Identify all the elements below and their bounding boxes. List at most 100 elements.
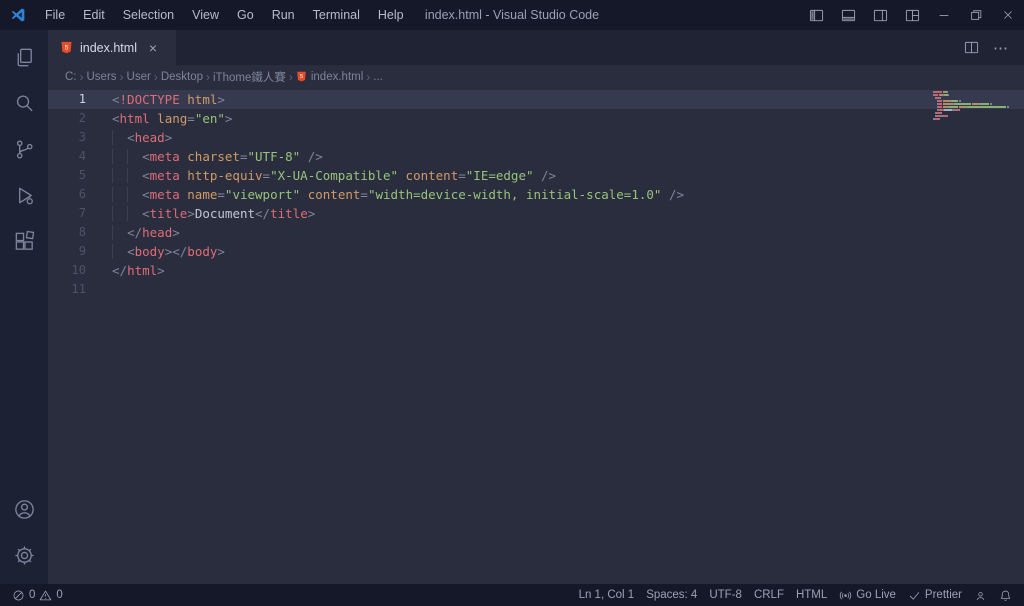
breadcrumb-item-symbol[interactable]: ...: [373, 71, 383, 83]
check-icon: [908, 589, 921, 602]
line-number: 7: [78, 206, 86, 220]
code-editor[interactable]: 1 <!DOCTYPE html> 2 <html lang="en"> 3 <head…: [48, 88, 1024, 584]
menu-terminal[interactable]: Terminal: [304, 0, 369, 30]
extensions-icon[interactable]: [0, 218, 48, 264]
code-text: <body></body>: [112, 242, 1024, 261]
code-line[interactable]: 4 <meta charset="UTF-8" />: [48, 147, 1024, 166]
menu-bar: File Edit Selection View Go Run Terminal…: [36, 0, 413, 30]
line-number: 6: [78, 187, 86, 201]
html5-file-icon: 5: [296, 71, 307, 82]
breadcrumb-file-label: index.html: [310, 70, 364, 83]
breadcrumb-separator: ›: [119, 69, 124, 84]
run-debug-icon[interactable]: [0, 172, 48, 218]
tab-close-icon[interactable]: ×: [144, 39, 162, 57]
code-line[interactable]: 3 <head>: [48, 128, 1024, 147]
tab-label: index.html: [80, 40, 137, 55]
code-lines: 1 <!DOCTYPE html> 2 <html lang="en"> 3 <head…: [48, 90, 1024, 299]
window-controls: [800, 0, 1024, 30]
editor-group: 5 index.html × ⋯ C: › Users › User › Des…: [48, 30, 1024, 584]
minimap-line: [933, 109, 1021, 111]
svg-text:5: 5: [65, 45, 69, 52]
status-bar-right: Ln 1, Col 1 Spaces: 4 UTF-8 CRLF HTML Go…: [573, 584, 1018, 606]
minimize-icon[interactable]: [928, 0, 960, 30]
customize-layout-icon[interactable]: [896, 0, 928, 30]
minimap-line: [933, 100, 1021, 102]
source-control-icon[interactable]: [0, 126, 48, 172]
menu-go[interactable]: Go: [228, 0, 263, 30]
close-icon[interactable]: [992, 0, 1024, 30]
main-area: 5 index.html × ⋯ C: › Users › User › Des…: [0, 30, 1024, 584]
error-count: 0: [29, 589, 36, 601]
minimap-line: [933, 97, 1021, 99]
breadcrumb-item-folder[interactable]: iThome鐵人賽: [213, 69, 286, 85]
minimap-line: [933, 103, 1021, 105]
minimap-line: [933, 118, 1021, 120]
tab-index-html[interactable]: 5 index.html ×: [48, 30, 176, 65]
menu-edit[interactable]: Edit: [74, 0, 114, 30]
code-text: <title>Document</title>: [112, 204, 1024, 223]
activity-bar: [0, 30, 48, 584]
cursor-position[interactable]: Ln 1, Col 1: [573, 584, 641, 606]
split-editor-icon[interactable]: [958, 35, 984, 61]
language-mode[interactable]: HTML: [790, 584, 833, 606]
toggle-sidebar-icon[interactable]: [800, 0, 832, 30]
eol-setting[interactable]: CRLF: [748, 584, 790, 606]
breadcrumb-separator: ›: [288, 69, 293, 84]
code-line[interactable]: 8 </head>: [48, 223, 1024, 242]
line-number: 9: [78, 244, 86, 258]
restore-icon[interactable]: [960, 0, 992, 30]
breadcrumb-item-file[interactable]: 5 index.html: [296, 71, 363, 83]
search-icon[interactable]: [0, 80, 48, 126]
breadcrumb-item-user[interactable]: User: [127, 71, 151, 83]
vscode-window: File Edit Selection View Go Run Terminal…: [0, 0, 1024, 606]
feedback-icon[interactable]: [968, 584, 993, 606]
toggle-secondary-sidebar-icon[interactable]: [864, 0, 896, 30]
settings-gear-icon[interactable]: [0, 532, 48, 578]
menu-run[interactable]: Run: [263, 0, 304, 30]
code-line[interactable]: 1 <!DOCTYPE html>: [48, 90, 1024, 109]
code-line[interactable]: 10 </html>: [48, 261, 1024, 280]
go-live-button[interactable]: Go Live: [833, 584, 902, 606]
breadcrumb: C: › Users › User › Desktop › iThome鐵人賽 …: [48, 65, 1024, 88]
minimap-line: [933, 112, 1021, 114]
prettier-button[interactable]: Prettier: [902, 584, 968, 606]
minimap-line: [933, 115, 1021, 117]
breadcrumb-separator: ›: [79, 69, 84, 84]
code-text: <meta name="viewport" content="width=dev…: [112, 185, 1024, 204]
code-line[interactable]: 6 <meta name="viewport" content="width=d…: [48, 185, 1024, 204]
accounts-icon[interactable]: [0, 486, 48, 532]
warning-icon: [39, 589, 52, 602]
code-line[interactable]: 2 <html lang="en">: [48, 109, 1024, 128]
code-text: <!DOCTYPE html>: [112, 92, 225, 107]
toggle-panel-icon[interactable]: [832, 0, 864, 30]
line-number: 5: [78, 168, 86, 182]
code-line[interactable]: 11: [48, 280, 1024, 299]
code-text: </html>: [112, 263, 165, 278]
line-number: 2: [78, 111, 86, 125]
breadcrumb-item-desktop[interactable]: Desktop: [161, 71, 203, 83]
line-number: 1: [78, 92, 86, 106]
status-bar: 0 0 Ln 1, Col 1 Spaces: 4 UTF-8 CRLF HTM…: [0, 584, 1024, 606]
vscode-logo-icon: [0, 7, 36, 23]
menu-help[interactable]: Help: [369, 0, 413, 30]
encoding-setting[interactable]: UTF-8: [703, 584, 748, 606]
explorer-icon[interactable]: [0, 34, 48, 80]
menu-view[interactable]: View: [183, 0, 228, 30]
breadcrumb-item-drive[interactable]: C:: [65, 71, 77, 83]
breadcrumb-separator: ›: [153, 69, 158, 84]
breadcrumb-item-users[interactable]: Users: [87, 71, 117, 83]
code-line[interactable]: 7 <title>Document</title>: [48, 204, 1024, 223]
window-title: index.html - Visual Studio Code: [424, 8, 600, 22]
problems-indicator[interactable]: 0 0: [6, 584, 69, 606]
code-line[interactable]: 9 <body></body>: [48, 242, 1024, 261]
code-line[interactable]: 5 <meta http-equiv="X-UA-Compatible" con…: [48, 166, 1024, 185]
notifications-bell-icon[interactable]: [993, 584, 1018, 606]
indentation-setting[interactable]: Spaces: 4: [640, 584, 703, 606]
more-actions-icon[interactable]: ⋯: [988, 35, 1014, 61]
menu-selection[interactable]: Selection: [114, 0, 183, 30]
minimap-line: [933, 106, 1021, 108]
menu-file[interactable]: File: [36, 0, 74, 30]
minimap-line: [933, 94, 1021, 96]
minimap[interactable]: [933, 91, 1021, 124]
go-live-label: Go Live: [856, 589, 896, 601]
